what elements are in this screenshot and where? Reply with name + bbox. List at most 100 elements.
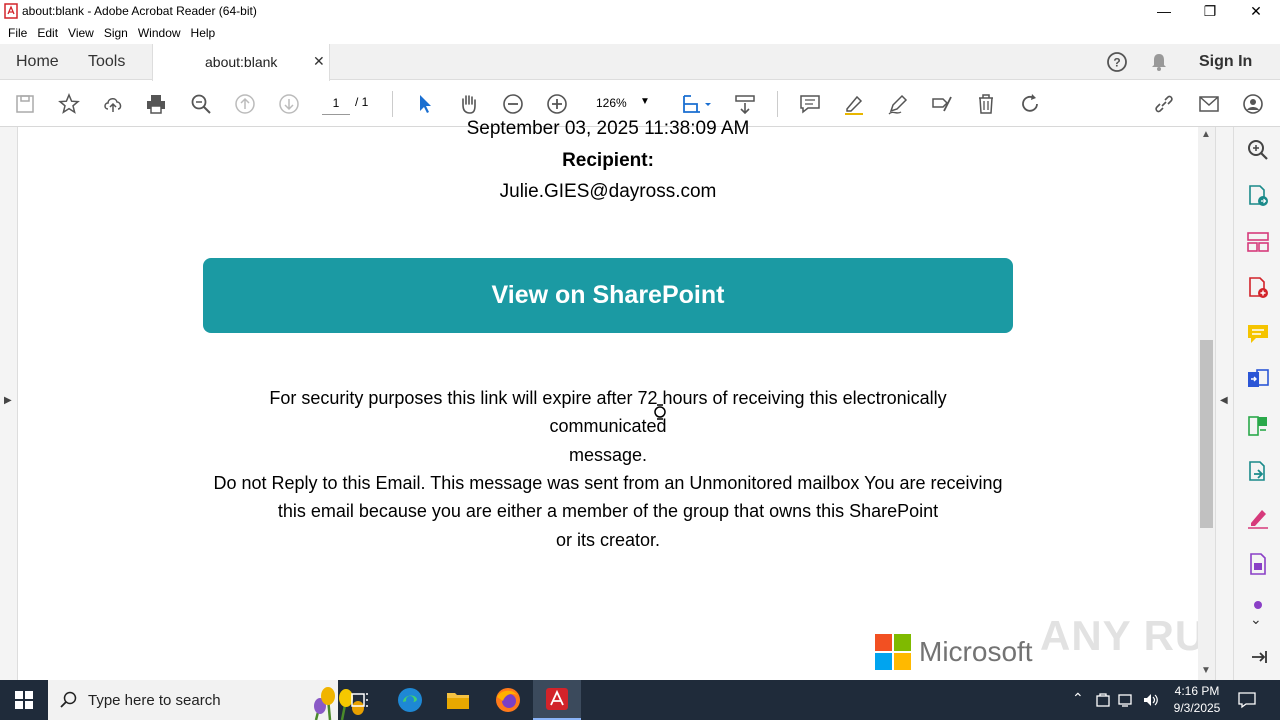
hand-tool-icon[interactable] [456, 91, 482, 117]
notification-bell-icon[interactable] [1149, 52, 1169, 72]
system-clock[interactable]: 4:16 PM 9/3/2025 [1162, 683, 1232, 717]
right-panel-collapse[interactable]: ◀ [1215, 127, 1233, 680]
firefox-icon [496, 688, 520, 712]
search-zoom-icon[interactable] [1246, 138, 1270, 162]
menu-view[interactable]: View [68, 26, 94, 40]
menu-help[interactable]: Help [191, 26, 216, 40]
zoom-level-value: 126% [596, 96, 627, 110]
anyrun-watermark: ANY RUN [1040, 612, 1200, 659]
upload-cloud-icon[interactable] [100, 91, 126, 117]
select-cursor-icon[interactable] [412, 91, 438, 117]
menu-edit[interactable]: Edit [37, 26, 58, 40]
tab-tools[interactable]: Tools [88, 44, 125, 80]
scrollbar-thumb[interactable] [1200, 340, 1213, 528]
draw-pen-icon[interactable] [885, 91, 911, 117]
microsoft-logo: Microsoft [875, 634, 1045, 672]
fill-and-sign-icon[interactable] [1246, 506, 1270, 530]
left-panel-toggle[interactable]: ▶ [0, 127, 18, 680]
expire-line-2: communicated [549, 416, 667, 436]
reply-line-1: Do not Reply to this Email. This message… [213, 473, 1003, 493]
document-tab-label: about:blank [205, 54, 278, 70]
help-icon[interactable]: ? [1106, 51, 1128, 73]
highlight-icon[interactable] [841, 91, 867, 117]
page-number-input[interactable]: 1 [322, 93, 350, 115]
next-page-icon[interactable] [276, 91, 302, 117]
start-button[interactable] [0, 680, 48, 720]
network-icon[interactable] [1118, 692, 1136, 708]
firefox-taskbar-button[interactable] [484, 680, 532, 720]
scrolling-mode-icon[interactable] [732, 91, 758, 117]
export-pdf-icon[interactable] [1246, 184, 1270, 208]
comment-icon[interactable] [797, 91, 823, 117]
bookmark-star-icon[interactable] [56, 91, 82, 117]
file-explorer-taskbar-button[interactable] [434, 680, 482, 720]
zoom-in-icon[interactable] [544, 91, 570, 117]
menu-window[interactable]: Window [138, 26, 181, 40]
edge-taskbar-button[interactable] [386, 680, 434, 720]
delete-trash-icon[interactable] [973, 91, 999, 117]
tab-home[interactable]: Home [16, 44, 59, 80]
page-total: / 1 [355, 95, 369, 109]
collapse-right-panel-icon[interactable]: ◀ [1220, 395, 1228, 406]
title-bar: about:blank - Adobe Acrobat Reader (64-b… [0, 0, 1280, 22]
menu-sign[interactable]: Sign [104, 26, 128, 40]
security-tray-icon[interactable] [1095, 692, 1111, 708]
folder-icon [447, 693, 469, 709]
combine-files-icon[interactable] [1246, 368, 1270, 392]
acrobat-taskbar-button[interactable] [533, 680, 581, 720]
page-display-icon[interactable] [678, 91, 714, 117]
sent-date: September 03, 2025 11:38:09 AM [466, 118, 750, 139]
scroll-tools-down-icon[interactable]: ⌄ [1250, 611, 1262, 628]
show-hidden-icons-icon[interactable]: ⌃ [1072, 690, 1084, 707]
windows-logo-icon [15, 691, 33, 709]
expand-left-panel-icon[interactable]: ▶ [4, 395, 12, 406]
taskbar-search-box[interactable]: Type here to search [48, 680, 364, 720]
clock-time: 4:16 PM [1174, 684, 1220, 698]
acrobat-app-icon [4, 3, 18, 19]
menu-file[interactable]: File [8, 26, 27, 40]
windows-taskbar: Type here to search ⌃ 4:16 PM 9/3/2025 [0, 680, 1280, 720]
toolbar-divider [777, 91, 778, 117]
sign-in-button[interactable]: Sign In [1199, 44, 1252, 80]
email-icon[interactable] [1196, 91, 1222, 117]
scroll-up-icon[interactable]: ▲ [1201, 129, 1211, 140]
close-tab-icon[interactable]: ✕ [313, 53, 325, 70]
find-zoom-icon[interactable] [188, 91, 214, 117]
close-window-button[interactable]: ✕ [1233, 0, 1279, 22]
reply-line-3: or its creator. [555, 530, 661, 550]
rotate-icon[interactable] [1017, 91, 1043, 117]
print-icon[interactable] [143, 91, 169, 117]
edit-pdf-icon[interactable] [1246, 414, 1270, 438]
create-pdf-icon[interactable] [1246, 276, 1270, 300]
previous-page-icon[interactable] [232, 91, 258, 117]
minimize-button[interactable]: — [1141, 0, 1187, 22]
collapse-tools-pane-icon[interactable] [1246, 645, 1270, 669]
save-icon[interactable] [12, 91, 38, 117]
edge-browser-icon [398, 688, 422, 712]
add-people-icon[interactable] [1240, 91, 1266, 117]
search-placeholder: Type here to search [88, 692, 221, 709]
fill-sign-icon[interactable] [929, 91, 955, 117]
comment-tool-icon[interactable] [1246, 322, 1270, 346]
microsoft-squares-icon [875, 634, 911, 670]
view-on-sharepoint-button[interactable]: View on SharePoint [203, 258, 1013, 333]
zoom-level-select[interactable]: 126% ▼ [592, 93, 656, 115]
menu-bar: File Edit View Sign Window Help [0, 22, 1280, 44]
chevron-down-icon: ▼ [640, 96, 650, 107]
send-for-review-icon[interactable] [1246, 460, 1270, 484]
task-view-button[interactable] [336, 680, 384, 720]
window-title: about:blank - Adobe Acrobat Reader (64-b… [22, 4, 257, 18]
maximize-button[interactable]: ❐ [1187, 0, 1233, 22]
volume-icon[interactable] [1142, 692, 1160, 708]
share-link-icon[interactable] [1151, 91, 1177, 117]
organize-pages-icon[interactable] [1246, 230, 1270, 254]
search-icon [60, 691, 77, 708]
protect-document-icon[interactable] [1246, 552, 1270, 576]
clock-date: 9/3/2025 [1173, 701, 1221, 715]
recipient-label: Recipient: [562, 150, 654, 171]
action-center-icon[interactable] [1238, 691, 1256, 709]
scroll-down-icon[interactable]: ▼ [1201, 665, 1211, 676]
zoom-out-icon[interactable] [500, 91, 526, 117]
tab-document[interactable]: about:blank ✕ [152, 44, 330, 81]
task-view-icon [351, 693, 368, 707]
